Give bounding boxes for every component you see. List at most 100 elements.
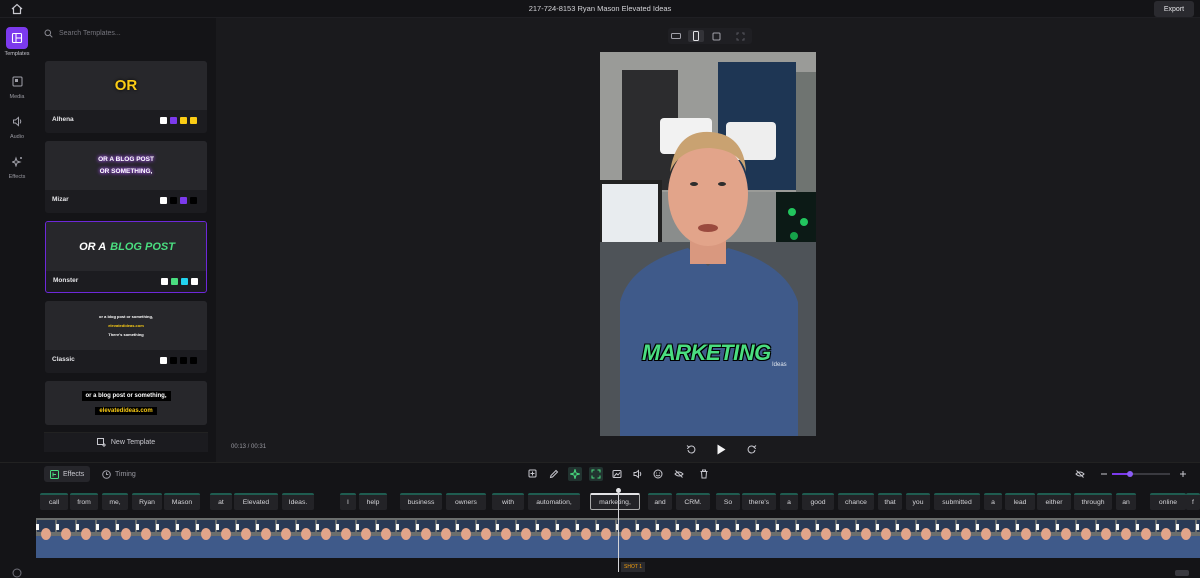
caption-chip[interactable]: that xyxy=(878,493,902,510)
thumbnail-frame xyxy=(296,518,316,558)
caption-chip[interactable]: business xyxy=(400,493,442,510)
aspect-fit-button[interactable] xyxy=(732,30,748,42)
volume-button[interactable] xyxy=(631,467,645,481)
rail-effects[interactable]: Effects xyxy=(0,150,34,180)
tab-effects[interactable]: Effects xyxy=(44,466,91,482)
thumbnail-frame xyxy=(736,518,756,558)
rail-media[interactable]: Media xyxy=(0,70,34,100)
left-rail: Templates Media Audio Effects xyxy=(0,18,34,462)
template-card-classic[interactable]: or a blog post or something, elevatedide… xyxy=(45,301,207,373)
image-icon xyxy=(612,470,622,478)
caption-chip[interactable]: online xyxy=(1150,493,1186,510)
template-card-mizar[interactable]: OR A BLOG POST OR SOMETHING, Mizar xyxy=(45,141,207,213)
rail-media-label: Media xyxy=(9,94,25,100)
playhead[interactable] xyxy=(618,488,619,572)
video-preview[interactable]: MARKETING Ideas xyxy=(600,52,816,436)
playhead-handle[interactable] xyxy=(616,488,621,493)
caption-chip[interactable]: marketing, xyxy=(590,493,640,510)
forward-button[interactable] xyxy=(745,442,759,456)
template-card-alhena[interactable]: OR Alhena xyxy=(45,61,207,133)
edit-button[interactable] xyxy=(547,467,561,481)
thumbnail-frame xyxy=(1176,518,1196,558)
rewind-button[interactable] xyxy=(684,442,698,456)
tab-timing[interactable]: Timing xyxy=(96,466,142,482)
delete-button[interactable] xyxy=(697,467,711,481)
caption-chip[interactable]: from xyxy=(70,493,98,510)
caption-chip[interactable]: a xyxy=(780,493,798,510)
caption-chip[interactable]: an xyxy=(1116,493,1136,510)
scroll-handle[interactable] xyxy=(1175,570,1189,576)
caption-chip[interactable]: Elevated xyxy=(234,493,278,510)
export-button[interactable]: Export xyxy=(1154,1,1194,17)
template-card-monster[interactable]: OR A BLOG POST Monster xyxy=(45,221,207,293)
caption-chip[interactable]: at xyxy=(210,493,232,510)
zoom-in-button[interactable] xyxy=(1176,467,1190,481)
play-icon xyxy=(717,444,726,454)
caption-chip[interactable]: f xyxy=(1186,493,1200,510)
caption-chip[interactable]: either xyxy=(1037,493,1071,510)
caption-chip[interactable]: a xyxy=(984,493,1002,510)
preview-text: or a blog post or something, xyxy=(99,314,153,319)
caption-chip[interactable]: owners xyxy=(446,493,486,510)
rail-templates[interactable]: Templates xyxy=(0,27,34,57)
caption-track: call from me, Ryan Mason at Elevated Ideas. Ihel… xyxy=(0,488,1200,518)
new-template-button[interactable]: New Template xyxy=(44,432,208,452)
portrait-icon xyxy=(693,31,699,41)
caption-chip[interactable]: me, xyxy=(102,493,128,510)
play-button[interactable] xyxy=(714,442,728,456)
caption-chip[interactable]: Ideas. xyxy=(282,493,314,510)
volume-icon xyxy=(633,469,642,479)
caption-overlay[interactable]: MARKETING xyxy=(642,340,771,366)
caption-chip[interactable]: CRM. xyxy=(676,493,710,510)
emoji-button[interactable] xyxy=(651,467,665,481)
thumbnail-frame xyxy=(556,518,576,558)
template-search[interactable]: Search Templates... xyxy=(44,24,208,42)
thumbnail-frame xyxy=(56,518,76,558)
caption-chip[interactable]: with xyxy=(492,493,524,510)
caption-chip[interactable]: you xyxy=(906,493,930,510)
caption-chip[interactable]: chance xyxy=(838,493,874,510)
visibility-toggle[interactable] xyxy=(1073,467,1087,481)
caption-chip[interactable]: I xyxy=(340,493,356,510)
thumbnail-frame xyxy=(156,518,176,558)
thumbnail-frame xyxy=(696,518,716,558)
aspect-landscape-button[interactable] xyxy=(668,30,684,42)
template-name: Mizar xyxy=(52,196,69,203)
image-button[interactable] xyxy=(610,467,624,481)
aspect-portrait-button[interactable] xyxy=(688,30,704,42)
thumbnail-frame xyxy=(416,518,436,558)
caption-chip[interactable]: So xyxy=(716,493,740,510)
new-template-icon xyxy=(96,438,106,447)
caption-chip[interactable]: submitted xyxy=(934,493,980,510)
fit-icon xyxy=(736,32,744,40)
caption-chip[interactable]: lead xyxy=(1005,493,1035,510)
thumbnail-frame xyxy=(896,518,916,558)
preview-text: OR xyxy=(114,77,138,94)
thumbnail-frame xyxy=(536,518,556,558)
new-template-label: New Template xyxy=(110,439,156,446)
caption-chip[interactable]: Ryan xyxy=(132,493,162,510)
caption-chip[interactable]: help xyxy=(359,493,387,510)
magic-button[interactable] xyxy=(568,467,582,481)
aspect-square-button[interactable] xyxy=(708,30,724,42)
caption-chip[interactable]: Mason xyxy=(164,493,200,510)
zoom-slider[interactable] xyxy=(1112,471,1170,477)
caption-chip[interactable]: through xyxy=(1074,493,1112,510)
add-caption-button[interactable] xyxy=(526,467,540,481)
zoom-handle[interactable] xyxy=(1127,471,1133,477)
expand-button[interactable] xyxy=(589,467,603,481)
rail-audio[interactable]: Audio xyxy=(0,110,34,140)
caption-chip[interactable]: good xyxy=(802,493,834,510)
template-card-5[interactable]: or a blog post or something, elevatedide… xyxy=(45,381,207,425)
caption-chip[interactable]: automation, xyxy=(528,493,580,510)
zoom-out-button[interactable] xyxy=(1097,467,1111,481)
caption-chip[interactable]: call xyxy=(40,493,68,510)
effects-tab-label: Effects xyxy=(63,470,85,478)
settings-icon[interactable] xyxy=(12,568,22,578)
caption-chip[interactable]: and xyxy=(648,493,672,510)
preview-text: There's something xyxy=(108,332,144,337)
caption-chip[interactable]: there's xyxy=(742,493,776,510)
search-input[interactable]: Search Templates... xyxy=(59,30,121,37)
thumbnail-frame xyxy=(1196,518,1200,558)
hide-button[interactable] xyxy=(672,467,686,481)
